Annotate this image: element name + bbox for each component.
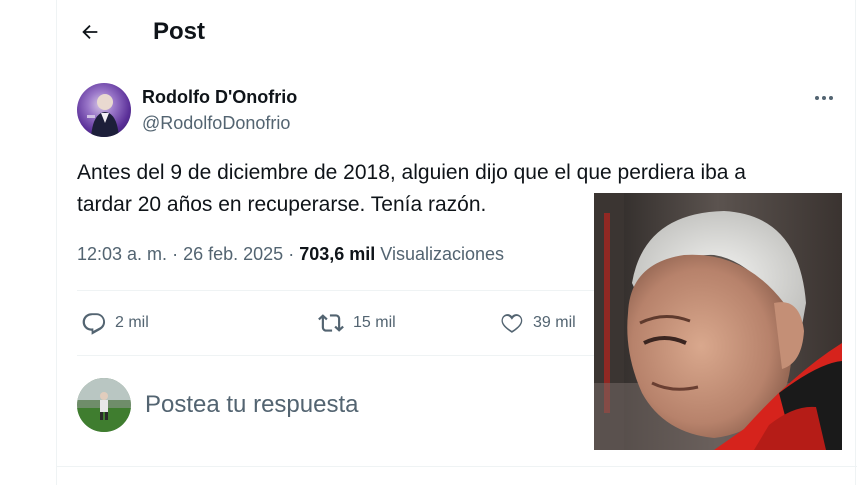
like-count: 39 mil	[533, 314, 576, 331]
post-header: Post	[57, 0, 855, 64]
more-dot-icon	[822, 96, 826, 100]
repost-count: 15 mil	[353, 314, 396, 331]
views-label: Visualizaciones	[380, 244, 505, 264]
divider	[57, 466, 857, 467]
reply-button[interactable]: 2 mil	[81, 305, 149, 341]
author-avatar[interactable]	[77, 83, 131, 137]
author-name[interactable]: Rodolfo D'Onofrio	[142, 86, 297, 108]
more-dot-icon	[829, 96, 833, 100]
back-button[interactable]	[75, 17, 105, 47]
post-time[interactable]: 12:03 a. m.	[77, 244, 167, 264]
like-button[interactable]: 39 mil	[499, 305, 576, 341]
reply-icon	[82, 313, 106, 335]
current-user-avatar[interactable]	[77, 378, 131, 432]
post-meta: 12:03 a. m. · 26 feb. 2025 · 703,6 mil V…	[77, 242, 504, 266]
reply-count: 2 mil	[115, 314, 149, 331]
left-margin	[0, 0, 56, 485]
repost-button[interactable]: 15 mil	[317, 305, 396, 341]
reply-input[interactable]: Postea tu respuesta	[145, 385, 585, 425]
repost-icon	[318, 314, 344, 332]
portrait-photo	[594, 193, 842, 450]
post-actions: 2 mil 15 mil 39 mil	[77, 305, 597, 341]
meta-separator: ·	[288, 244, 295, 264]
meta-separator: ·	[172, 244, 179, 264]
page-title: Post	[153, 18, 206, 45]
author-handle[interactable]: @RodolfoDonofrio	[142, 112, 290, 134]
post-date[interactable]: 26 feb. 2025	[183, 244, 283, 264]
more-dot-icon	[815, 96, 819, 100]
post-text-line: Antes del 9 de diciembre de 2018, alguie…	[77, 161, 746, 184]
more-options-button[interactable]	[809, 88, 839, 108]
heart-icon	[501, 314, 523, 333]
arrow-left-icon	[82, 24, 98, 40]
views-count: 703,6 mil	[299, 244, 376, 264]
